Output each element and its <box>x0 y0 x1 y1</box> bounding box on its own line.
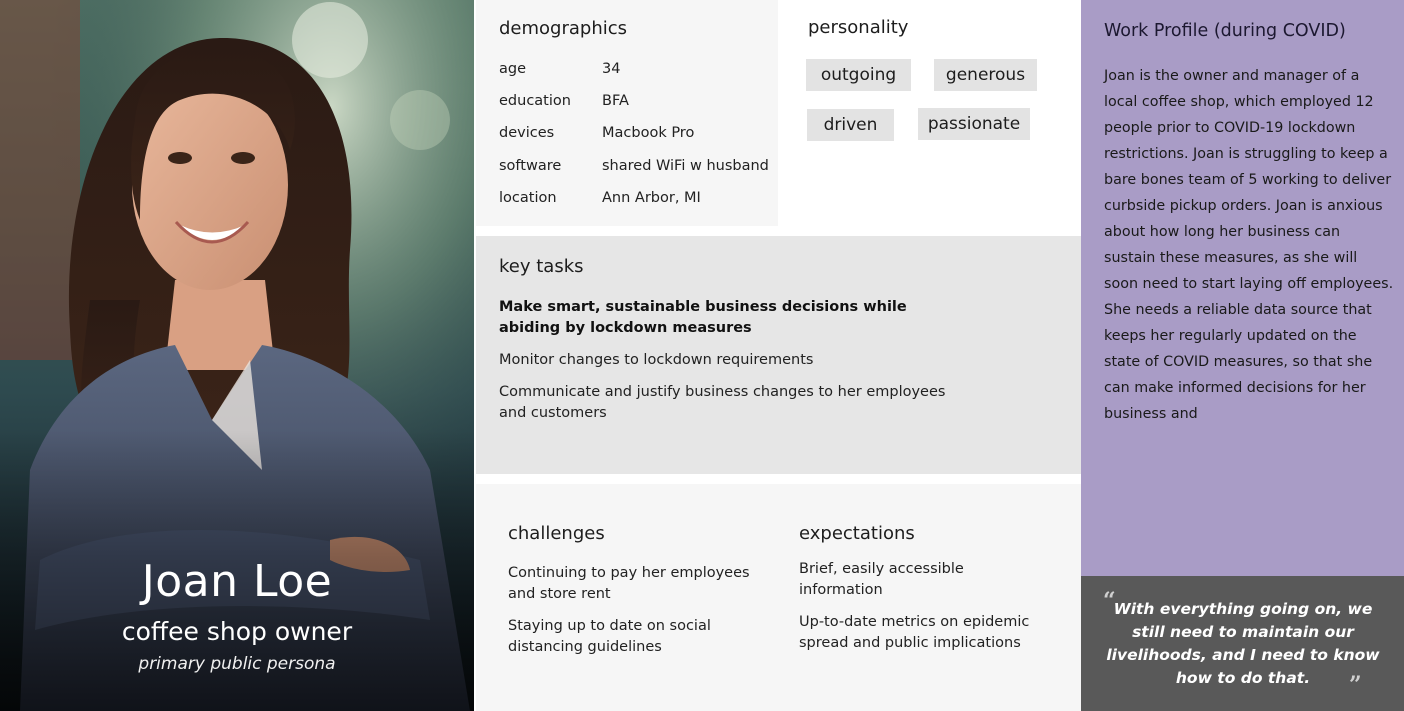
demographics-value: Macbook Pro <box>602 125 695 141</box>
work-profile-title: Work Profile (during COVID) <box>1104 21 1346 41</box>
demographics-value: Ann Arbor, MI <box>602 190 701 206</box>
persona-quote-section: “ With everything going on, we still nee… <box>1081 576 1404 711</box>
demographics-section: demographics age 34 education BFA device… <box>476 0 778 226</box>
demographics-value: BFA <box>602 93 629 109</box>
personality-tag: generous <box>934 59 1037 91</box>
persona-role: coffee shop owner <box>121 617 353 646</box>
challenge-item: Staying up to date on social distancing … <box>508 618 711 655</box>
challenge-item: Continuing to pay her employees and stor… <box>508 565 750 602</box>
persona-type: primary public persona <box>138 654 336 674</box>
personality-tag: passionate <box>918 108 1030 140</box>
demographics-label: software <box>499 158 562 174</box>
key-task-item: Communicate and justify business changes… <box>499 384 946 421</box>
close-quote-icon: ” <box>1349 672 1362 698</box>
work-profile-text: Joan is the owner and manager of a local… <box>1104 68 1394 422</box>
demographics-label: education <box>499 93 571 109</box>
key-task-item: Make smart, sustainable business decisio… <box>499 299 907 336</box>
personality-title: personality <box>808 17 909 38</box>
demographics-title: demographics <box>499 18 628 39</box>
persona-photo-panel: Joan Loe coffee shop owner primary publi… <box>0 0 474 711</box>
persona-quote-text: With everything going on, we still need … <box>1106 600 1380 687</box>
expectations-title: expectations <box>799 523 915 544</box>
expectation-item: Up-to-date metrics on epidemic spread an… <box>799 614 1030 651</box>
challenges-expectations-section: challenges Continuing to pay her employe… <box>476 484 1081 711</box>
personality-section: personality outgoing generous driven pas… <box>778 0 1081 236</box>
key-task-item: Monitor changes to lockdown requirements <box>499 352 814 368</box>
demographics-value: 34 <box>602 61 621 77</box>
key-tasks-section: key tasks Make smart, sustainable busine… <box>476 236 1081 474</box>
persona-name: Joan Loe <box>141 556 333 607</box>
demographics-label: devices <box>499 125 555 141</box>
personality-tag: outgoing <box>806 59 911 91</box>
personality-tag: driven <box>807 109 894 141</box>
work-profile-section: Work Profile (during COVID) Joan is the … <box>1081 0 1404 576</box>
demographics-label: age <box>499 61 527 77</box>
demographics-label: location <box>499 190 557 206</box>
expectation-item: Brief, easily accessible information <box>799 561 964 598</box>
key-tasks-title: key tasks <box>499 256 584 277</box>
demographics-value: shared WiFi w husband <box>602 158 769 174</box>
challenges-title: challenges <box>508 523 605 544</box>
